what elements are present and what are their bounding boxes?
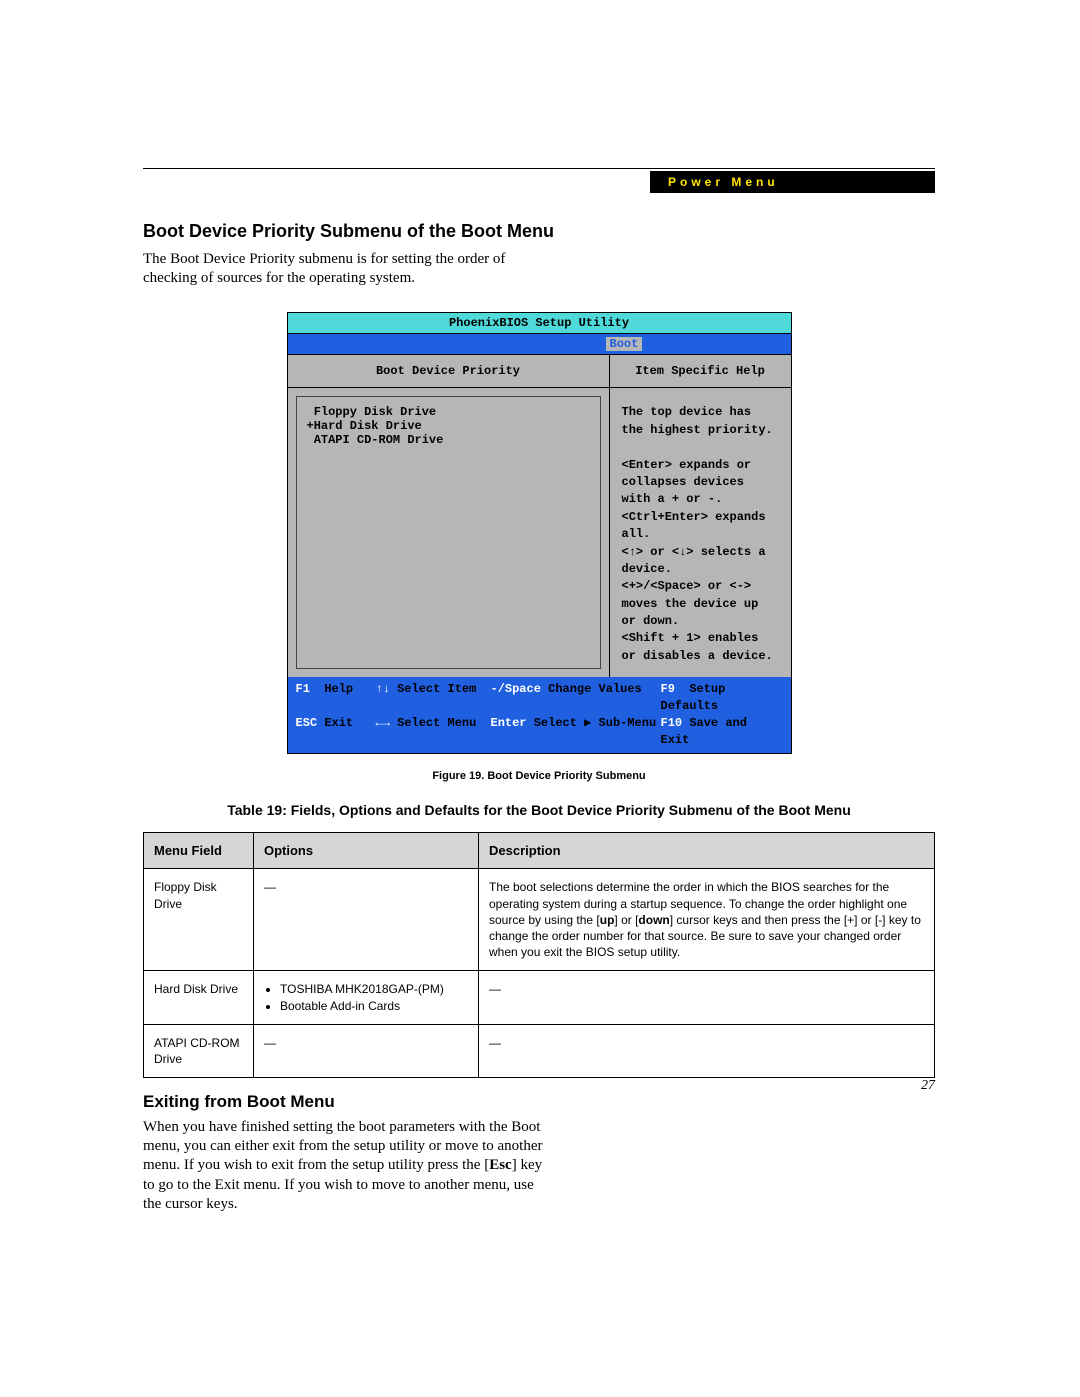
cell-description: — <box>479 1024 935 1077</box>
bios-device-1: +Hard Disk Drive <box>307 419 590 433</box>
page-number: 27 <box>921 1078 935 1094</box>
cell-options: — <box>254 1024 479 1077</box>
bios-key-enter: Enter <box>491 716 527 730</box>
bios-device-list: Floppy Disk Drive +Hard Disk Drive ATAPI… <box>296 396 601 669</box>
bios-right-header: Item Specific Help <box>610 355 791 387</box>
header-rule <box>143 168 935 169</box>
bios-screenshot: PhoenixBIOS Setup Utility Boot Boot Devi… <box>287 312 792 754</box>
bios-key-esc: ESC <box>296 716 318 730</box>
bios-key-updown: ↑↓ <box>376 682 390 696</box>
th-menu-field: Menu Field <box>144 833 254 869</box>
cell-menu-field: Hard Disk Drive <box>144 971 254 1024</box>
table-row: ATAPI CD-ROM Drive—— <box>144 1024 935 1077</box>
bios-device-0: Floppy Disk Drive <box>307 405 590 419</box>
th-options: Options <box>254 833 479 869</box>
bios-label-select-submenu: Select ▶ Sub-Menu <box>534 716 656 730</box>
header-band: Power Menu <box>143 171 935 193</box>
cell-options: — <box>254 869 479 971</box>
cell-menu-field: Floppy Disk Drive <box>144 869 254 971</box>
bios-help-text: The top device has the highest priority.… <box>610 388 791 677</box>
bios-label-select-item: Select Item <box>397 682 476 696</box>
bios-key-f10: F10 <box>661 716 683 730</box>
bios-device-2: ATAPI CD-ROM Drive <box>307 433 590 447</box>
cell-description: The boot selections determine the order … <box>479 869 935 971</box>
cell-options: TOSHIBA MHK2018GAP-(PM)Bootable Add-in C… <box>254 971 479 1024</box>
bios-label-help: Help <box>324 682 353 696</box>
bios-menubar: Boot <box>288 334 791 355</box>
cell-description: — <box>479 971 935 1024</box>
fields-table: Menu Field Options Description Floppy Di… <box>143 832 935 1078</box>
bios-title: PhoenixBIOS Setup Utility <box>288 313 791 334</box>
exiting-paragraph: When you have finished setting the boot … <box>143 1118 553 1214</box>
section-intro-paragraph: The Boot Device Priority submenu is for … <box>143 250 553 288</box>
bios-label-exit: Exit <box>324 716 353 730</box>
option-item: TOSHIBA MHK2018GAP-(PM) <box>280 981 468 997</box>
bios-key-leftright: ←→ <box>376 716 390 730</box>
table-title: Table 19: Fields, Options and Defaults f… <box>143 802 935 818</box>
bios-label-select-menu: Select Menu <box>397 716 476 730</box>
th-description: Description <box>479 833 935 869</box>
bios-key-f1: F1 <box>296 682 310 696</box>
option-item: Bootable Add-in Cards <box>280 998 468 1014</box>
bios-left-header: Boot Device Priority <box>288 355 610 387</box>
table-row: Floppy Disk Drive—The boot selections de… <box>144 869 935 971</box>
table-row: Hard Disk DriveTOSHIBA MHK2018GAP-(PM)Bo… <box>144 971 935 1024</box>
section-tab-label: Power Menu <box>650 171 935 193</box>
section-heading-boot-priority: Boot Device Priority Submenu of the Boot… <box>143 221 935 242</box>
section-heading-exiting: Exiting from Boot Menu <box>143 1092 935 1112</box>
figure-caption: Figure 19. Boot Device Priority Submenu <box>143 770 935 782</box>
cell-menu-field: ATAPI CD-ROM Drive <box>144 1024 254 1077</box>
bios-label-change-values: Change Values <box>548 682 642 696</box>
bios-key-space: -/Space <box>491 682 541 696</box>
bios-menu-boot: Boot <box>606 337 643 351</box>
bios-key-f9: F9 <box>661 682 675 696</box>
bios-footer: F1 Help ↑↓ Select Item -/Space Change Va… <box>288 677 791 753</box>
